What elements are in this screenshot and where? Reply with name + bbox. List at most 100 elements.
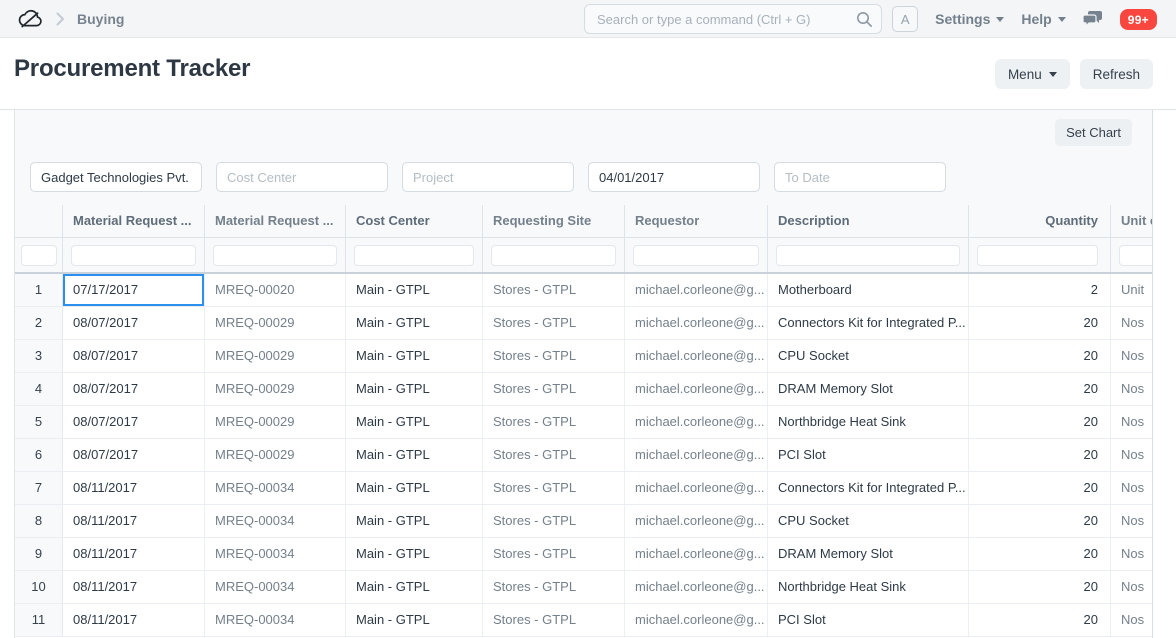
table-cell[interactable]: 08/07/2017 bbox=[63, 373, 205, 405]
table-cell[interactable]: 08/11/2017 bbox=[63, 505, 205, 537]
table-cell[interactable]: Connectors Kit for Integrated P... bbox=[768, 472, 969, 504]
column-header[interactable]: Material Request ... bbox=[63, 205, 205, 237]
row-index[interactable]: 11 bbox=[15, 604, 63, 636]
table-cell[interactable]: 20 bbox=[969, 571, 1111, 603]
table-cell[interactable]: michael.corleone@g... bbox=[625, 307, 768, 339]
to-date-filter-input[interactable] bbox=[774, 162, 946, 192]
table-cell[interactable]: michael.corleone@g... bbox=[625, 472, 768, 504]
column-header[interactable]: Material Request ... bbox=[205, 205, 346, 237]
table-cell[interactable]: Nos bbox=[1111, 406, 1152, 438]
global-search-input[interactable] bbox=[584, 4, 882, 34]
user-avatar[interactable]: A bbox=[892, 6, 918, 32]
notification-badge[interactable]: 99+ bbox=[1120, 9, 1157, 30]
table-cell[interactable]: MREQ-00020 bbox=[205, 274, 346, 306]
table-cell[interactable]: 20 bbox=[969, 373, 1111, 405]
table-cell[interactable]: michael.corleone@g... bbox=[625, 274, 768, 306]
table-cell[interactable]: Nos bbox=[1111, 439, 1152, 471]
table-cell[interactable]: 20 bbox=[969, 340, 1111, 372]
column-header[interactable]: Quantity bbox=[969, 205, 1111, 237]
table-cell[interactable]: PCI Slot bbox=[768, 604, 969, 636]
table-cell[interactable]: 08/07/2017 bbox=[63, 340, 205, 372]
column-filter-input[interactable] bbox=[354, 245, 474, 266]
table-cell[interactable]: Main - GTPL bbox=[346, 472, 483, 504]
table-cell[interactable]: MREQ-00029 bbox=[205, 406, 346, 438]
table-cell[interactable]: michael.corleone@g... bbox=[625, 373, 768, 405]
from-date-filter-input[interactable] bbox=[588, 162, 760, 192]
help-menu[interactable]: Help bbox=[1021, 11, 1065, 27]
table-cell[interactable]: Main - GTPL bbox=[346, 538, 483, 570]
table-cell[interactable]: Unit bbox=[1111, 274, 1152, 306]
table-cell[interactable]: 08/11/2017 bbox=[63, 604, 205, 636]
app-logo-icon[interactable] bbox=[16, 7, 44, 31]
table-cell[interactable]: michael.corleone@g... bbox=[625, 604, 768, 636]
row-index[interactable]: 2 bbox=[15, 307, 63, 339]
breadcrumb[interactable]: Buying bbox=[77, 11, 124, 27]
table-cell[interactable]: Stores - GTPL bbox=[483, 373, 625, 405]
table-cell[interactable]: 08/07/2017 bbox=[63, 307, 205, 339]
table-cell[interactable]: Nos bbox=[1111, 538, 1152, 570]
table-cell[interactable]: michael.corleone@g... bbox=[625, 538, 768, 570]
table-cell[interactable]: 20 bbox=[969, 307, 1111, 339]
menu-button[interactable]: Menu bbox=[995, 59, 1070, 89]
table-cell[interactable]: Main - GTPL bbox=[346, 373, 483, 405]
table-cell[interactable]: Main - GTPL bbox=[346, 505, 483, 537]
table-cell[interactable]: Stores - GTPL bbox=[483, 406, 625, 438]
table-cell[interactable]: Nos bbox=[1111, 307, 1152, 339]
table-cell[interactable]: MREQ-00029 bbox=[205, 439, 346, 471]
column-header[interactable] bbox=[15, 205, 63, 237]
row-index[interactable]: 7 bbox=[15, 472, 63, 504]
table-cell[interactable]: Main - GTPL bbox=[346, 307, 483, 339]
table-cell[interactable]: michael.corleone@g... bbox=[625, 406, 768, 438]
table-cell[interactable]: Main - GTPL bbox=[346, 439, 483, 471]
column-filter-input[interactable] bbox=[213, 245, 337, 266]
column-filter-input[interactable] bbox=[21, 245, 57, 266]
column-header[interactable]: Description bbox=[768, 205, 969, 237]
column-filter-input[interactable] bbox=[633, 245, 759, 266]
row-index[interactable]: 6 bbox=[15, 439, 63, 471]
column-header[interactable]: Cost Center bbox=[346, 205, 483, 237]
table-cell[interactable]: Nos bbox=[1111, 472, 1152, 504]
table-cell[interactable]: CPU Socket bbox=[768, 505, 969, 537]
table-cell[interactable]: Stores - GTPL bbox=[483, 307, 625, 339]
table-cell[interactable]: Main - GTPL bbox=[346, 604, 483, 636]
table-cell[interactable]: 20 bbox=[969, 472, 1111, 504]
table-cell[interactable]: MREQ-00029 bbox=[205, 307, 346, 339]
table-cell[interactable]: Nos bbox=[1111, 505, 1152, 537]
table-cell[interactable]: Nos bbox=[1111, 604, 1152, 636]
set-chart-button[interactable]: Set Chart bbox=[1055, 119, 1132, 146]
table-cell[interactable]: MREQ-00029 bbox=[205, 373, 346, 405]
table-cell[interactable]: 08/07/2017 bbox=[63, 406, 205, 438]
column-filter-input[interactable] bbox=[776, 245, 960, 266]
row-index[interactable]: 8 bbox=[15, 505, 63, 537]
table-cell[interactable]: Main - GTPL bbox=[346, 274, 483, 306]
table-cell[interactable]: michael.corleone@g... bbox=[625, 340, 768, 372]
table-cell[interactable]: MREQ-00034 bbox=[205, 505, 346, 537]
table-cell[interactable]: 08/11/2017 bbox=[63, 538, 205, 570]
table-cell[interactable]: 08/11/2017 bbox=[63, 472, 205, 504]
table-cell[interactable]: DRAM Memory Slot bbox=[768, 373, 969, 405]
column-header[interactable]: Requesting Site bbox=[483, 205, 625, 237]
table-cell[interactable]: 2 bbox=[969, 274, 1111, 306]
table-cell[interactable]: michael.corleone@g... bbox=[625, 505, 768, 537]
project-filter-input[interactable] bbox=[402, 162, 574, 192]
table-cell[interactable]: Nos bbox=[1111, 373, 1152, 405]
table-cell[interactable]: Stores - GTPL bbox=[483, 571, 625, 603]
column-filter-input[interactable] bbox=[71, 245, 196, 266]
table-cell[interactable]: Main - GTPL bbox=[346, 340, 483, 372]
column-filter-input[interactable] bbox=[977, 245, 1098, 266]
table-cell[interactable]: MREQ-00034 bbox=[205, 538, 346, 570]
table-cell[interactable]: michael.corleone@g... bbox=[625, 439, 768, 471]
table-cell[interactable]: PCI Slot bbox=[768, 439, 969, 471]
table-cell[interactable]: Stores - GTPL bbox=[483, 505, 625, 537]
table-cell[interactable]: Stores - GTPL bbox=[483, 274, 625, 306]
row-index[interactable]: 3 bbox=[15, 340, 63, 372]
column-header[interactable]: Unit o bbox=[1111, 205, 1152, 237]
table-cell[interactable]: Northbridge Heat Sink bbox=[768, 406, 969, 438]
column-filter-input[interactable] bbox=[1119, 245, 1152, 266]
table-cell[interactable]: Stores - GTPL bbox=[483, 472, 625, 504]
table-cell[interactable]: 07/17/2017 bbox=[63, 274, 205, 306]
chat-icon[interactable] bbox=[1083, 11, 1103, 28]
column-filter-input[interactable] bbox=[491, 245, 616, 266]
table-cell[interactable]: DRAM Memory Slot bbox=[768, 538, 969, 570]
table-cell[interactable]: 20 bbox=[969, 505, 1111, 537]
